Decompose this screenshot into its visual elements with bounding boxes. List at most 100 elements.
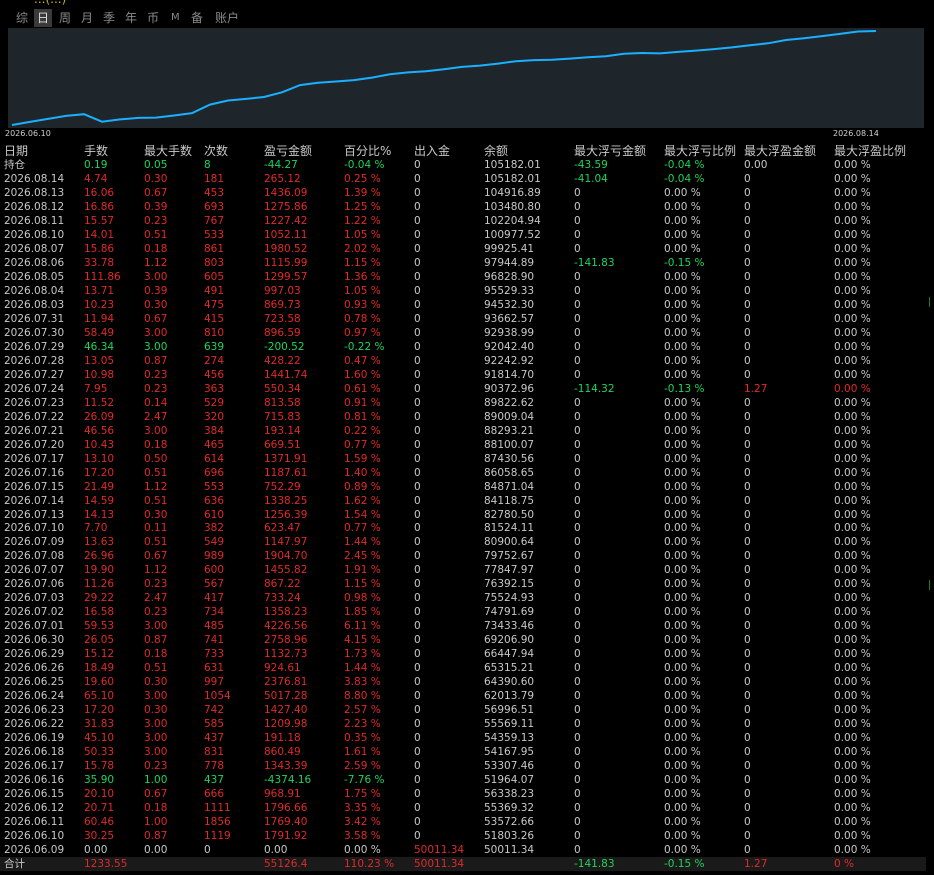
table-row[interactable]: 2026.07.24 7.95 0.23 363 550.34 0.61 % 0 90372.… <box>0 382 926 396</box>
column-header-4[interactable]: 盈亏金额 <box>264 144 312 158</box>
table-row[interactable]: 2026.07.22 26.09 2.47 320 715.83 0.81 % 0 89009… <box>0 410 926 424</box>
column-header-6[interactable]: 出入金 <box>414 144 450 158</box>
column-header-10[interactable]: 最大浮盈金额 <box>744 144 816 158</box>
table-row[interactable]: 2026.07.07 19.90 1.12 600 1455.82 1.91 % 0 7784… <box>0 563 926 577</box>
table-row[interactable]: 2026.06.24 65.10 3.00 1054 5017.28 8.80 % 0 620… <box>0 689 926 703</box>
cell-max-float-profit-pct: 0.00 % <box>834 494 871 507</box>
table-row[interactable]: 2026.06.19 45.10 3.00 437 191.18 0.35 % 0 54359… <box>0 731 926 745</box>
tab-9[interactable]: 账户 <box>212 9 242 27</box>
table-row[interactable]: 2026.08.07 15.86 0.18 861 1980.52 2.02 % 0 9992… <box>0 242 926 256</box>
cell-max-lots: 0.51 <box>144 662 168 675</box>
cell-date: 2026.07.27 <box>4 368 65 381</box>
table-row[interactable]: 2026.06.25 19.60 0.30 997 2376.81 3.83 % 0 6439… <box>0 675 926 689</box>
cell-pct: 1.15 % <box>344 256 381 269</box>
tab-2[interactable]: 周 <box>56 9 74 27</box>
table-row[interactable]: 2026.07.09 13.63 0.51 549 1147.97 1.44 % 0 8090… <box>0 535 926 549</box>
column-header-2[interactable]: 最大手数 <box>144 144 192 158</box>
cell-max-lots: 0.18 <box>144 438 168 451</box>
cell-balance: 79752.67 <box>484 550 535 563</box>
table-row[interactable]: 2026.06.17 15.78 0.23 778 1343.39 2.59 % 0 5330… <box>0 759 926 773</box>
tab-6[interactable]: 币 <box>144 9 162 27</box>
table-row[interactable]: 2026.07.20 10.43 0.18 465 669.51 0.77 % 0 88100… <box>0 438 926 452</box>
table-row[interactable]: 2026.07.17 13.10 0.50 614 1371.91 1.59 % 0 8743… <box>0 452 926 466</box>
table-row[interactable]: 2026.07.29 46.34 3.00 639 -200.52 -0.22 % 0 920… <box>0 340 926 354</box>
table-row[interactable]: 2026.06.30 26.05 0.87 741 2758.96 4.15 % 0 6920… <box>0 633 926 647</box>
cell-max-float-profit: 0 <box>744 830 751 843</box>
cell-balance: 92242.92 <box>484 354 535 367</box>
cell-max-float-loss-pct: 0.00 % <box>664 844 701 857</box>
table-row[interactable]: 2026.08.14 4.74 0.30 181 265.12 0.25 % 0 105182… <box>0 172 926 186</box>
table-row[interactable]: 2026.06.18 50.33 3.00 831 860.49 1.61 % 0 54167… <box>0 745 926 759</box>
cell-max-lots: 0.87 <box>144 634 168 647</box>
table-row[interactable]: 2026.08.06 33.78 1.12 803 1115.99 1.15 % 0 9794… <box>0 256 926 270</box>
cell-max-float-loss: 0 <box>574 564 581 577</box>
table-row[interactable]: 2026.07.16 17.20 0.51 696 1187.61 1.40 % 0 8605… <box>0 466 926 480</box>
cell-max-float-loss: 0 <box>574 802 581 815</box>
table-row[interactable]: 2026.07.08 26.96 0.67 989 1904.70 2.45 % 0 7975… <box>0 549 926 563</box>
cell-max-float-loss: 0 <box>574 578 581 591</box>
table-row[interactable]: 2026.07.15 21.49 1.12 553 752.29 0.89 % 0 84871… <box>0 480 926 494</box>
right-scroll-edge[interactable] <box>926 0 934 875</box>
table-row[interactable]: 2026.06.09 0.00 0.00 0 0.00 0.00 % 50011.34 500… <box>0 843 926 857</box>
column-header-3[interactable]: 次数 <box>204 144 228 158</box>
table-row[interactable]: 2026.07.13 14.13 0.30 610 1256.39 1.54 % 0 8278… <box>0 508 926 522</box>
cell-max-lots: 0.67 <box>144 788 168 801</box>
table-row[interactable]: 2026.07.31 11.94 0.67 415 723.58 0.78 % 0 93662… <box>0 312 926 326</box>
table-row[interactable]: 2026.08.13 16.06 0.67 453 1436.09 1.39 % 0 1049… <box>0 186 926 200</box>
table-row[interactable]: 2026.06.23 17.20 0.30 742 1427.40 2.57 % 0 5699… <box>0 703 926 717</box>
tab-4[interactable]: 季 <box>100 9 118 27</box>
tab-5[interactable]: 年 <box>122 9 140 27</box>
column-header-7[interactable]: 余额 <box>484 144 508 158</box>
total-row: 合计 1233.55 55126.4 110.23 % 50011.34 -141.83 -… <box>0 857 926 871</box>
cell-max-float-loss: 0 <box>574 326 581 339</box>
cell-max-float-loss-pct: 0.00 % <box>664 312 701 325</box>
tab-0[interactable]: 综 <box>13 9 31 27</box>
table-row[interactable]: 2026.08.05 111.86 3.00 605 1299.57 1.36 % 0 968… <box>0 270 926 284</box>
tab-3[interactable]: 月 <box>78 9 96 27</box>
table-row[interactable]: 2026.07.27 10.98 0.23 456 1441.74 1.60 % 0 9181… <box>0 368 926 382</box>
table-row[interactable]: 2026.08.10 14.01 0.51 533 1052.11 1.05 % 0 1009… <box>0 228 926 242</box>
table-row[interactable]: 2026.08.12 16.86 0.39 693 1275.86 1.25 % 0 1034… <box>0 200 926 214</box>
table-row[interactable]: 2026.07.01 59.53 3.00 485 4226.56 6.11 % 0 7343… <box>0 619 926 633</box>
cell-max-float-profit: 0 <box>744 424 751 437</box>
cell-max-float-loss-pct: 0.00 % <box>664 340 701 353</box>
table-row[interactable]: 2026.07.30 58.49 3.00 810 896.59 0.97 % 0 92938… <box>0 326 926 340</box>
table-row[interactable]: 2026.06.29 15.12 0.18 733 1132.73 1.73 % 0 6644… <box>0 647 926 661</box>
table-row[interactable]: 2026.06.12 20.71 0.18 1111 1796.66 3.35 % 0 553… <box>0 801 926 815</box>
cell-pnl: 733.24 <box>264 592 301 605</box>
column-header-11[interactable]: 最大浮盈比例 <box>834 144 906 158</box>
column-header-9[interactable]: 最大浮亏比例 <box>664 144 736 158</box>
table-row[interactable]: 2026.06.26 18.49 0.51 631 924.61 1.44 % 0 65315… <box>0 661 926 675</box>
tab-1[interactable]: 日 <box>34 9 53 27</box>
cell-max-float-loss: 0 <box>574 676 581 689</box>
column-header-0[interactable]: 日期 <box>4 144 28 158</box>
table-row[interactable]: 2026.08.03 10.23 0.30 475 869.73 0.93 % 0 94532… <box>0 298 926 312</box>
table-row[interactable]: 2026.07.23 11.52 0.14 529 813.58 0.91 % 0 89822… <box>0 396 926 410</box>
table-row[interactable]: 2026.07.10 7.70 0.11 382 623.47 0.77 % 0 81524.… <box>0 521 926 535</box>
table-row[interactable]: 2026.06.16 35.90 1.00 437 -4374.16 -7.76 % 0 51… <box>0 773 926 787</box>
cell-date: 2026.08.10 <box>4 228 65 241</box>
table-row[interactable]: 2026.08.11 15.57 0.23 767 1227.42 1.22 % 0 1022… <box>0 214 926 228</box>
table-row[interactable]: 持仓 0.19 0.05 8 -44.27 -0.04 % 0 105182.01 -43.59… <box>0 158 926 172</box>
column-header-1[interactable]: 手数 <box>84 144 108 158</box>
column-header-5[interactable]: 百分比% <box>344 144 391 158</box>
table-row[interactable]: 2026.07.28 13.05 0.87 274 428.22 0.47 % 0 92242… <box>0 354 926 368</box>
table-row[interactable]: 2026.07.21 46.56 3.00 384 193.14 0.22 % 0 88293… <box>0 424 926 438</box>
table-row[interactable]: 2026.08.04 13.71 0.39 491 997.03 1.05 % 0 95529… <box>0 284 926 298</box>
table-row[interactable]: 2026.06.11 60.46 1.00 1856 1769.40 3.42 % 0 535… <box>0 815 926 829</box>
cell-pnl: 0.00 <box>264 844 288 857</box>
table-row[interactable]: 2026.07.06 11.26 0.23 567 867.22 1.15 % 0 76392… <box>0 577 926 591</box>
table-row[interactable]: 2026.06.10 30.25 0.87 1119 1791.92 3.58 % 0 518… <box>0 829 926 843</box>
table-row[interactable]: 2026.06.22 31.83 3.00 585 1209.98 2.23 % 0 5556… <box>0 717 926 731</box>
cell-count: 549 <box>204 536 225 549</box>
table-row[interactable]: 2026.07.03 29.22 2.47 417 733.24 0.98 % 0 75524… <box>0 591 926 605</box>
table-row[interactable]: 2026.06.15 20.10 0.67 666 968.91 1.75 % 0 56338… <box>0 787 926 801</box>
cell-max-float-profit: 0 <box>744 494 751 507</box>
cell-max-float-profit-pct: 0.00 % <box>834 438 871 451</box>
tab-8[interactable]: 备 <box>188 9 206 27</box>
tab-7[interactable]: M <box>168 9 183 27</box>
table-row[interactable]: 2026.07.02 16.58 0.23 734 1358.23 1.85 % 0 7479… <box>0 605 926 619</box>
table-row[interactable]: 2026.07.14 14.59 0.51 636 1338.25 1.62 % 0 8411… <box>0 494 926 508</box>
column-header-8[interactable]: 最大浮亏金额 <box>574 144 646 158</box>
cell-max-float-profit: 0 <box>744 662 751 675</box>
